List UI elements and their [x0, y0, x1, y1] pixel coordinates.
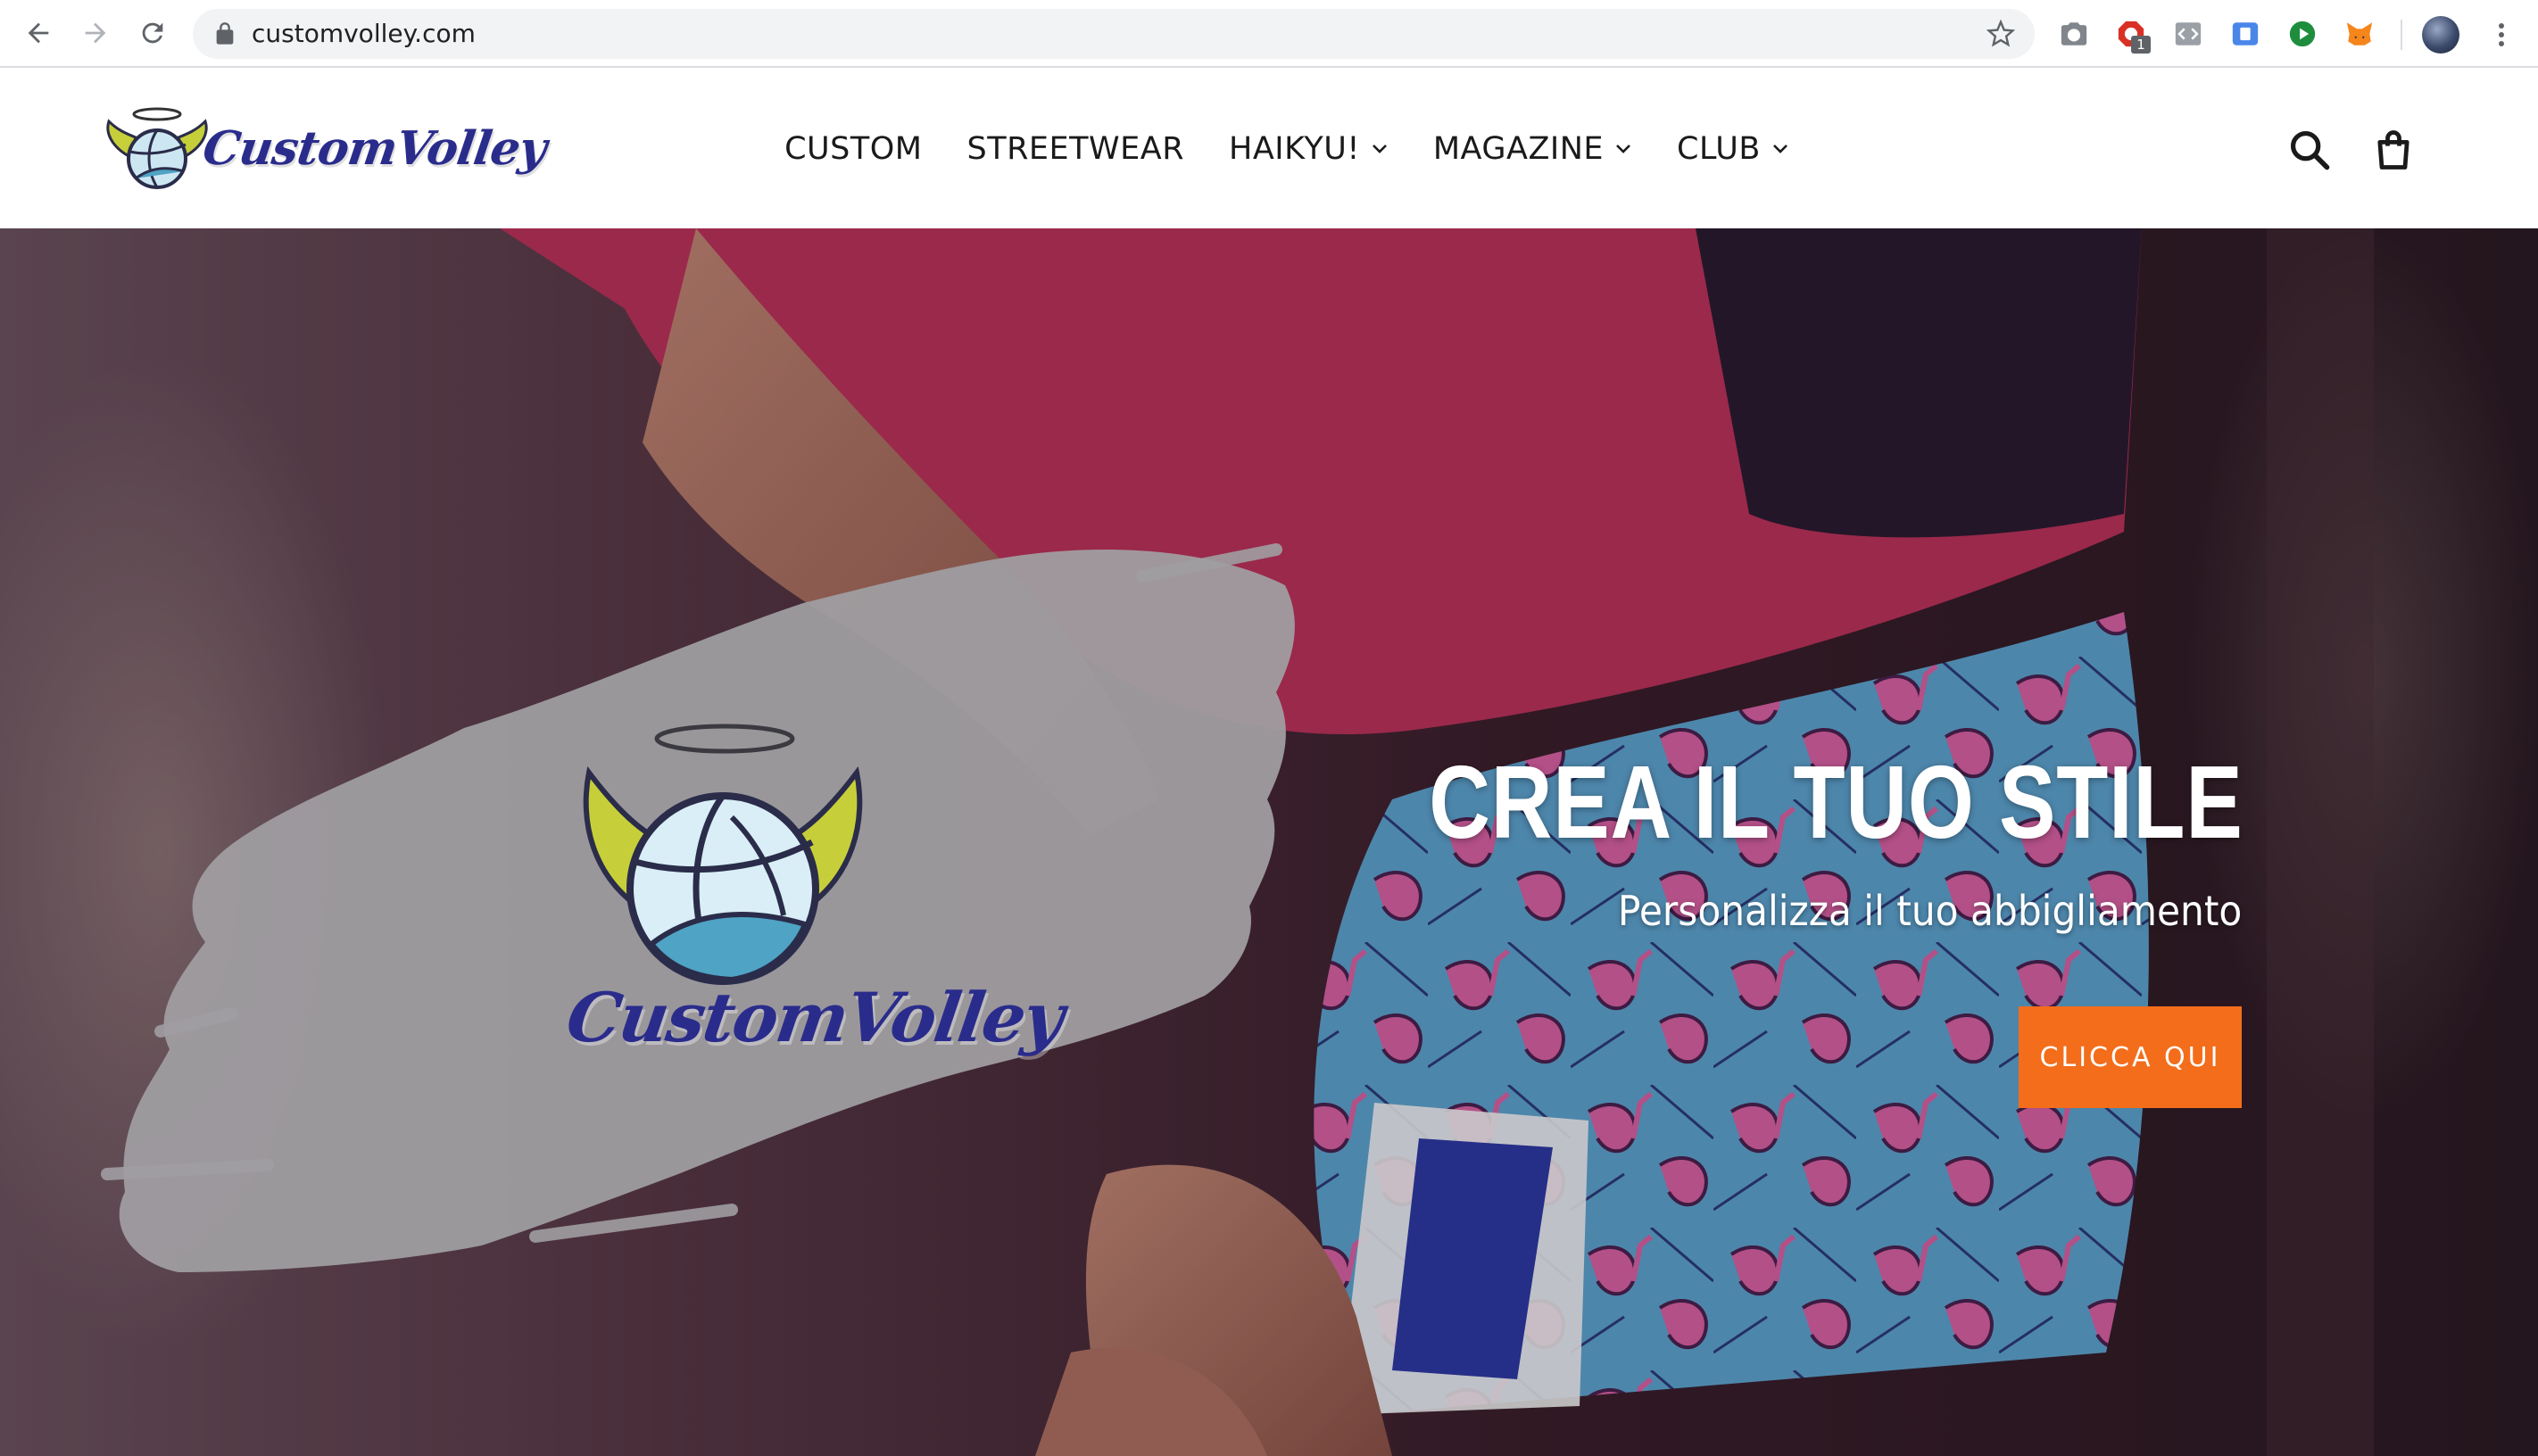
back-arrow-icon — [28, 22, 49, 44]
logo-wordmark: CustomVolley — [199, 121, 550, 176]
chevron-down-icon — [1616, 145, 1630, 153]
star-icon[interactable] — [1986, 20, 2015, 48]
site-header: CustomVolley CUSTOM STREETWEAR HAIKYU! M… — [0, 70, 2538, 228]
extension-camera[interactable] — [2058, 18, 2090, 50]
forward-button[interactable] — [75, 12, 116, 54]
nav-item-haikyu[interactable]: HAIKYU! — [1229, 131, 1389, 167]
search-icon[interactable] — [2286, 127, 2333, 173]
hero-subtitle: Personalizza il tuo abbigliamento — [1617, 887, 2242, 935]
nav-item-label: HAIKYU! — [1229, 131, 1360, 167]
reload-button[interactable] — [132, 12, 173, 54]
volleyball-wings-logo-icon — [106, 107, 208, 189]
extension-play[interactable] — [2286, 18, 2318, 50]
lock-icon — [216, 22, 234, 45]
forward-arrow-icon — [85, 22, 106, 44]
nav-item-custom[interactable]: CUSTOM — [784, 131, 922, 167]
profile-avatar[interactable] — [2422, 16, 2459, 54]
nav-item-club[interactable]: CLUB — [1677, 131, 1789, 167]
fox-icon — [2346, 22, 2373, 46]
extension-adblock[interactable]: 1 — [2115, 18, 2151, 54]
camera-icon — [2061, 22, 2087, 46]
translate-icon — [2232, 22, 2259, 46]
extension-translate[interactable] — [2229, 18, 2261, 50]
nav-item-label: CLUB — [1677, 131, 1761, 167]
hero-banner: CustomVolley CREA IL TUO STILE Personali… — [0, 228, 2538, 1456]
code-icon — [2175, 22, 2202, 46]
nav-item-label: CUSTOM — [784, 131, 923, 167]
extension-code[interactable] — [2172, 18, 2204, 50]
toolbar-separator — [2401, 20, 2402, 50]
chevron-down-icon — [1772, 145, 1787, 153]
nav-item-label: MAGAZINE — [1432, 131, 1605, 167]
extension-metamask[interactable] — [2343, 18, 2376, 50]
url-text: customvolley.com — [252, 19, 476, 48]
cart-icon[interactable] — [2370, 127, 2417, 173]
hero-logo-wordmark: CustomVolley — [561, 978, 1067, 1057]
hero-title: CREA IL TUO STILE — [1429, 744, 2244, 860]
browser-toolbar: customvolley.com 1 — [0, 0, 2538, 68]
address-bar[interactable]: customvolley.com — [193, 9, 2035, 59]
chevron-down-icon — [1372, 145, 1387, 153]
extension-badge: 1 — [2131, 36, 2151, 54]
nav-list: CUSTOM STREETWEAR HAIKYU! MAGAZINE CLUB — [784, 131, 1789, 167]
browser-menu-button[interactable] — [2488, 16, 2515, 54]
nav-item-magazine[interactable]: MAGAZINE — [1433, 131, 1632, 167]
nav-item-streetwear[interactable]: STREETWEAR — [967, 131, 1185, 167]
play-icon — [2289, 21, 2316, 47]
hero-cta-button[interactable]: CLICCA QUI — [2019, 1006, 2242, 1108]
site-logo[interactable]: CustomVolley — [104, 102, 550, 200]
back-button[interactable] — [18, 12, 59, 54]
reload-icon — [142, 22, 163, 44]
nav-item-label: STREETWEAR — [966, 131, 1185, 167]
